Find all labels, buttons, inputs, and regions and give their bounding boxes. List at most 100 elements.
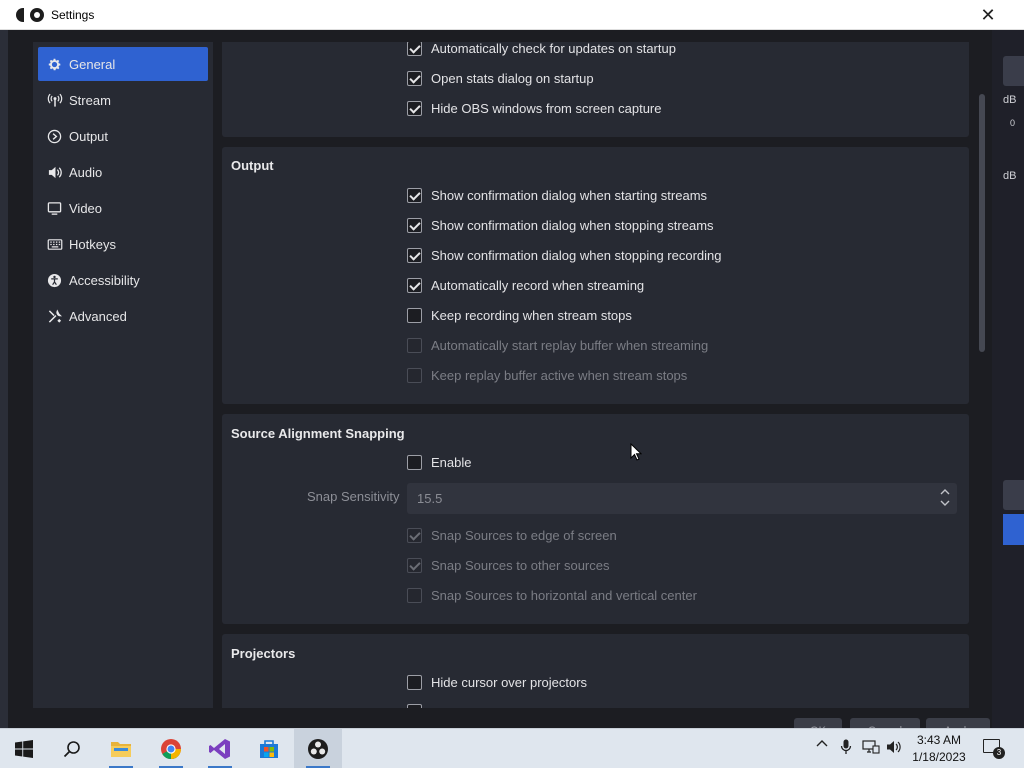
checkbox-label: Snap Sources to other sources <box>431 557 610 573</box>
background-meter-value: 0 <box>1010 118 1016 128</box>
checkbox-label: Hide cursor over projectors <box>431 674 588 690</box>
settings-content[interactable]: Automatically check for updates on start… <box>222 42 982 708</box>
search-button[interactable] <box>48 729 96 768</box>
checkbox-label: Snap Sources to edge of screen <box>431 527 617 543</box>
background-window-left <box>0 30 8 728</box>
checkbox-box <box>407 337 422 353</box>
speaker-icon <box>46 164 63 181</box>
volume-tray[interactable] <box>886 740 902 757</box>
sidebar-item-label: Hotkeys <box>69 236 116 252</box>
checkbox-label: Enable <box>431 454 472 470</box>
output-group-title: Output <box>231 158 274 173</box>
sidebar-item-output[interactable]: Output <box>38 119 208 153</box>
background-panel-button <box>1003 56 1024 86</box>
checkbox-box <box>407 367 422 383</box>
windows-taskbar: 3:43 AM 1/18/2023 3 <box>0 728 1024 768</box>
checkbox-confirm-stop-recording[interactable]: Show confirmation dialog when stopping r… <box>407 245 722 265</box>
title-bar[interactable]: Settings ✕ <box>0 0 1024 30</box>
checkbox-keep-replay-buffer: Keep replay buffer active when stream st… <box>407 365 687 385</box>
obs-logo-icon <box>30 8 44 22</box>
snapping-group-title: Source Alignment Snapping <box>231 426 405 441</box>
sidebar-item-video[interactable]: Video <box>38 191 208 225</box>
background-db-label: dB <box>1003 170 1017 182</box>
checkbox-box[interactable] <box>407 454 422 470</box>
start-button[interactable] <box>0 729 48 768</box>
show-hidden-icons-button[interactable] <box>816 738 828 753</box>
checkbox-confirm-start-stream[interactable]: Show confirmation dialog when starting s… <box>407 185 707 205</box>
gear-icon <box>46 56 63 73</box>
checkbox-hide-cursor-projectors[interactable]: Hide cursor over projectors <box>407 672 587 692</box>
network-icon <box>862 740 880 754</box>
checkbox-auto-record-streaming[interactable]: Automatically record when streaming <box>407 275 644 295</box>
sidebar-item-label: Stream <box>69 92 111 108</box>
notification-center-button[interactable]: 3 <box>983 739 1005 759</box>
checkbox-box[interactable] <box>407 674 422 690</box>
sidebar-item-advanced[interactable]: Advanced <box>38 299 208 333</box>
store-icon <box>260 740 278 758</box>
checkbox-box[interactable] <box>407 277 422 293</box>
clock-time: 3:43 AM <box>916 733 962 747</box>
background-panel-button <box>1003 480 1024 510</box>
general-group: Automatically check for updates on start… <box>222 42 969 137</box>
checkbox-box[interactable] <box>407 247 422 263</box>
close-button[interactable]: ✕ <box>976 3 1000 27</box>
checkbox-box[interactable] <box>407 217 422 233</box>
sidebar-item-stream[interactable]: Stream <box>38 83 208 117</box>
spin-up-icon[interactable] <box>938 486 952 498</box>
background-window-right <box>992 30 1024 728</box>
sidebar-item-label: Video <box>69 200 103 216</box>
antenna-icon <box>46 92 63 109</box>
sidebar-item-label: Output <box>69 128 109 144</box>
checkbox-box[interactable] <box>407 70 422 86</box>
checkbox-keep-recording[interactable]: Keep recording when stream stops <box>407 305 632 325</box>
chrome-icon <box>161 739 181 760</box>
checkbox-label: Automatically start replay buffer when s… <box>431 337 709 353</box>
sidebar-item-accessibility[interactable]: Accessibility <box>38 263 208 297</box>
checkbox-box[interactable] <box>407 307 422 323</box>
taskbar-clock[interactable]: 3:43 AM 1/18/2023 <box>908 732 970 766</box>
checkbox-box[interactable] <box>407 42 422 56</box>
obs-background-logo-icon <box>16 8 24 22</box>
sidebar-item-hotkeys[interactable]: Hotkeys <box>38 227 208 261</box>
microphone-tray[interactable] <box>840 739 852 758</box>
checkbox-confirm-stop-stream[interactable]: Show confirmation dialog when stopping s… <box>407 215 714 235</box>
vertical-scrollbar[interactable] <box>974 42 988 708</box>
scrollbar-thumb[interactable] <box>979 94 985 352</box>
checkbox-auto-update-check[interactable]: Automatically check for updates on start… <box>407 42 676 58</box>
taskbar-visual-studio[interactable] <box>196 729 244 768</box>
monitor-icon <box>46 200 63 217</box>
checkbox-box[interactable] <box>407 703 422 708</box>
visual-studio-icon <box>209 739 230 759</box>
spin-down-icon[interactable] <box>938 498 952 510</box>
checkbox-label: Show confirmation dialog when starting s… <box>431 187 708 203</box>
checkbox-box <box>407 557 422 573</box>
checkbox-open-stats-dialog[interactable]: Open stats dialog on startup <box>407 68 594 88</box>
taskbar-obs-studio[interactable] <box>294 729 342 768</box>
checkbox-box[interactable] <box>407 187 422 203</box>
checkbox-hide-obs-windows[interactable]: Hide OBS windows from screen capture <box>407 98 661 118</box>
snapping-group: Source Alignment Snapping Enable Snap So… <box>222 414 969 624</box>
checkbox-box[interactable] <box>407 100 422 116</box>
window-title: Settings <box>51 8 95 22</box>
checkbox-projector-partial[interactable] <box>407 701 431 708</box>
snap-sensitivity-spinbox[interactable]: 15.5 <box>407 483 957 514</box>
chevron-up-icon <box>816 740 828 747</box>
background-db-label: dB <box>1003 94 1017 106</box>
taskbar-microsoft-store[interactable] <box>245 729 293 768</box>
output-icon <box>46 128 63 145</box>
checkbox-auto-replay-buffer: Automatically start replay buffer when s… <box>407 335 708 355</box>
sidebar-item-audio[interactable]: Audio <box>38 155 208 189</box>
checkbox-label: Hide OBS windows from screen capture <box>431 100 662 116</box>
checkbox-box <box>407 527 422 543</box>
checkbox-label: Show confirmation dialog when stopping r… <box>431 247 722 263</box>
keyboard-icon <box>46 236 63 253</box>
checkbox-label: Automatically check for updates on start… <box>431 42 676 56</box>
network-tray[interactable] <box>862 740 880 757</box>
projectors-group-title: Projectors <box>231 646 296 661</box>
checkbox-snap-sources: Snap Sources to other sources <box>407 555 610 575</box>
checkbox-snap-center: Snap Sources to horizontal and vertical … <box>407 585 697 605</box>
taskbar-file-explorer[interactable] <box>97 729 145 768</box>
checkbox-snapping-enable[interactable]: Enable <box>407 452 471 472</box>
sidebar-item-general[interactable]: General <box>38 47 208 81</box>
taskbar-chrome[interactable] <box>147 729 195 768</box>
